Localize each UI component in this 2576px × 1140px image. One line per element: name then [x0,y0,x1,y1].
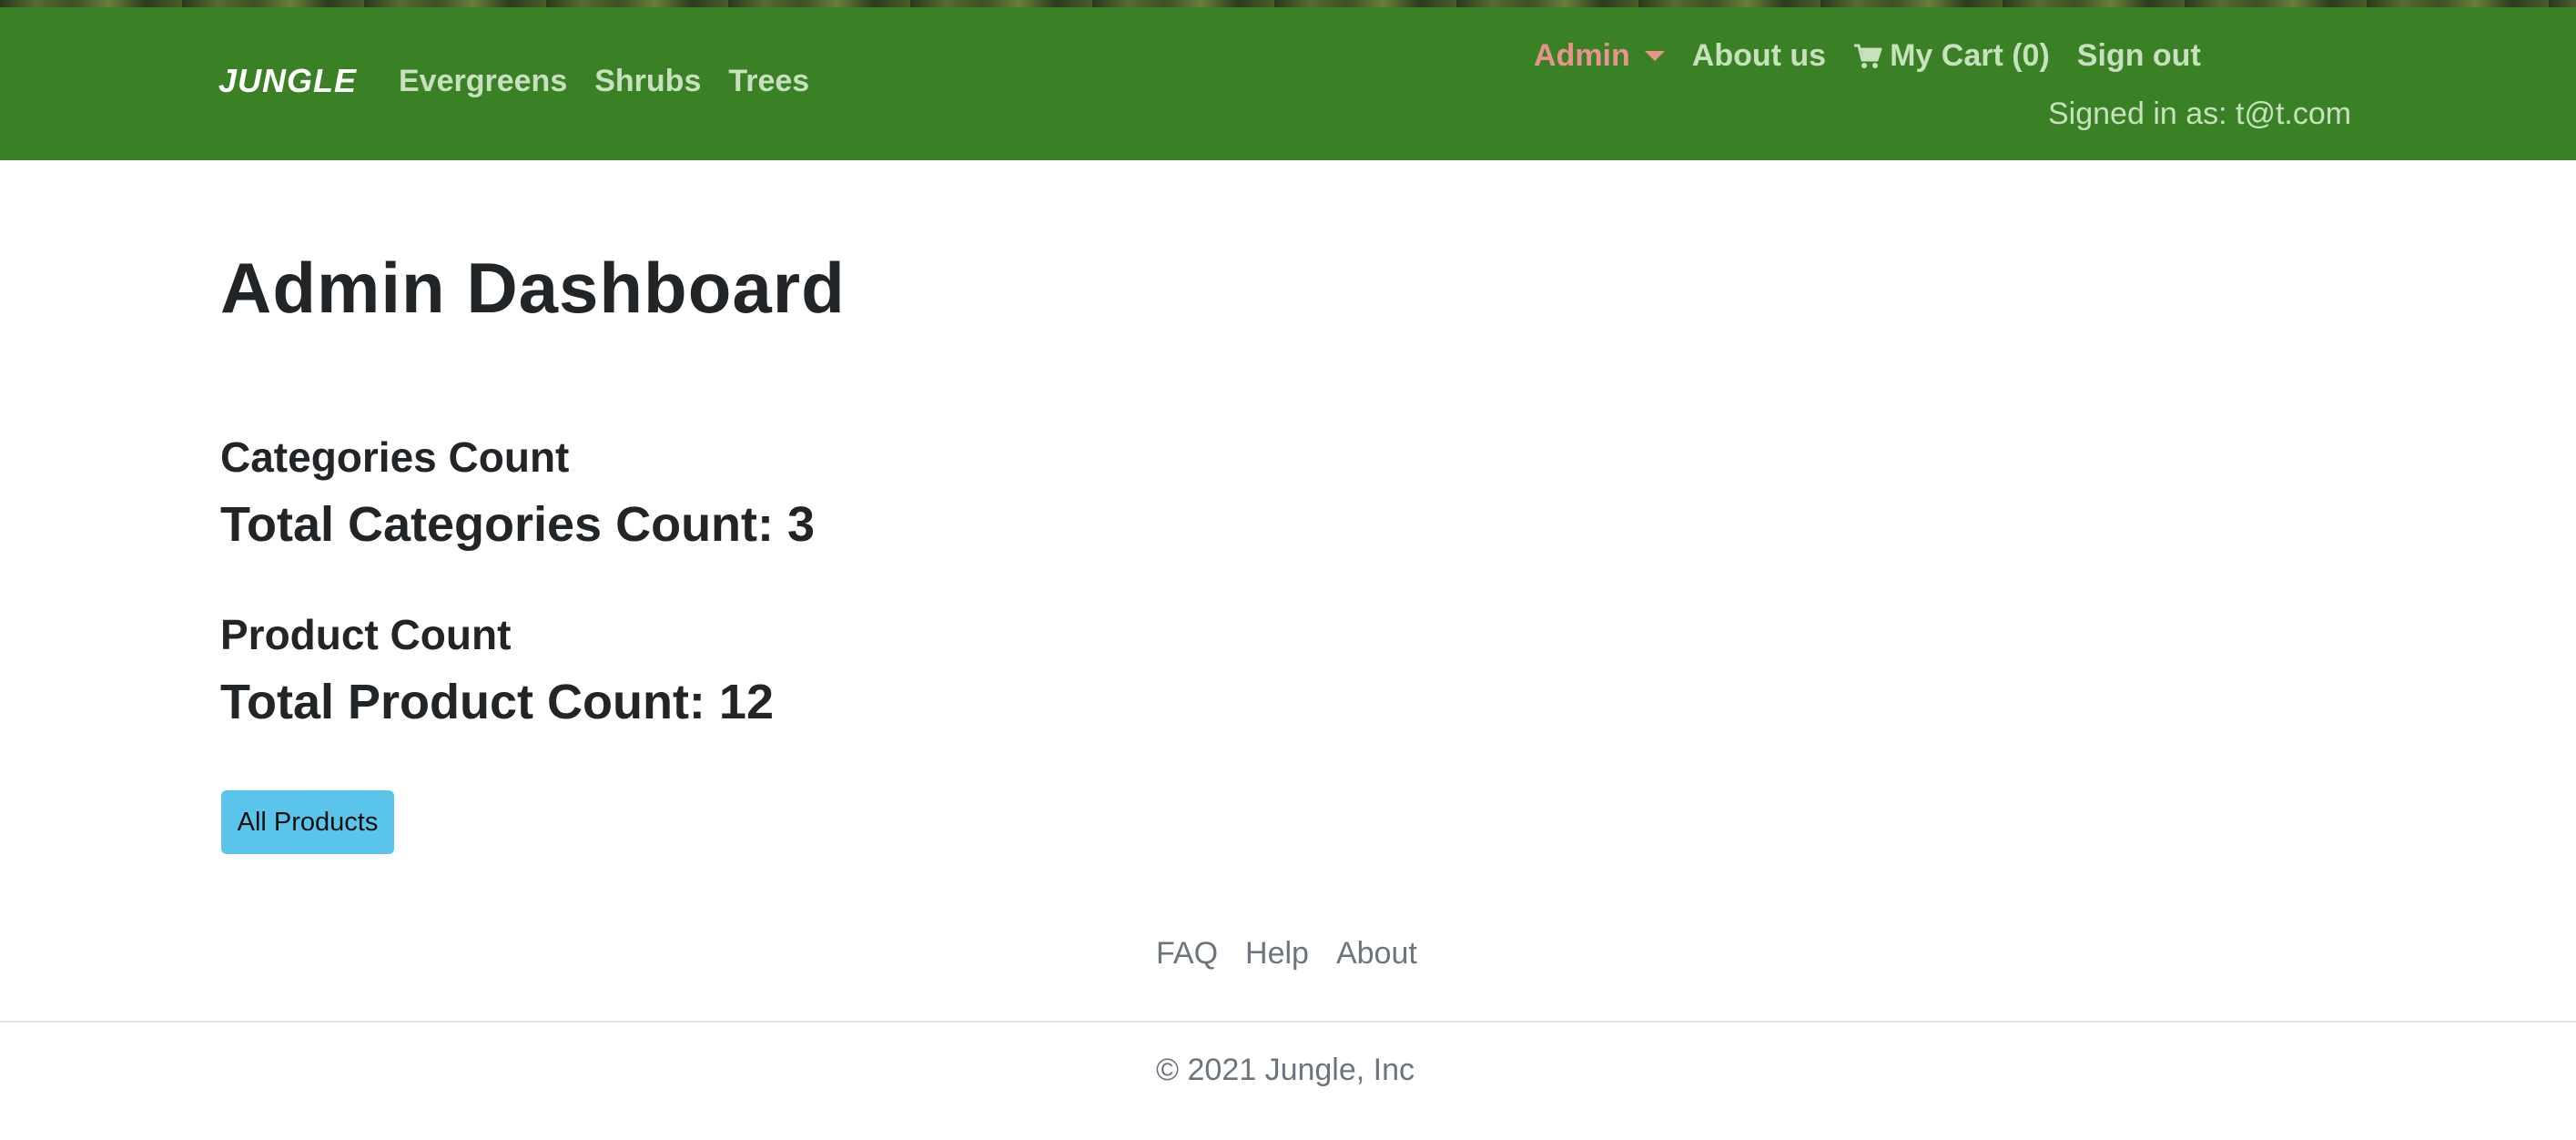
categories-count-heading: Categories Count [220,433,570,481]
main-content: Admin Dashboard [220,246,846,331]
nav-link-evergreens[interactable]: Evergreens [399,64,567,99]
nav-link-trees[interactable]: Trees [728,64,809,99]
product-count-section: Product Count Total Product Count: 12 [220,610,774,732]
footer-divider [0,1021,2576,1023]
sign-out-link[interactable]: Sign out [2077,38,2201,74]
admin-dropdown-toggle[interactable]: Admin [1534,38,1665,74]
product-count-heading: Product Count [220,611,512,658]
footer-links: FAQ Help About [1156,936,1417,972]
about-us-link[interactable]: About us [1692,38,1826,74]
category-nav: Evergreens Shrubs Trees [399,64,809,99]
all-products-button[interactable]: All Products [221,790,394,854]
footer-link-faq[interactable]: FAQ [1156,936,1218,972]
categories-count-section: Categories Count Total Categories Count:… [220,433,815,555]
total-product-count: Total Product Count: 12 [220,675,774,730]
nav-link-shrubs[interactable]: Shrubs [594,64,701,99]
signed-in-status: Signed in as: t@t.com [2048,97,2352,131]
admin-label: Admin [1534,38,1630,73]
brand-logo[interactable]: JUNGLE [218,62,357,100]
shopping-cart-icon [1854,44,1882,68]
copyright-text: © 2021 Jungle, Inc [1156,1053,1415,1087]
my-cart-label: My Cart (0) [1890,38,2050,73]
user-nav: Admin About us My Cart (0) Sign out [1534,38,2201,74]
my-cart-link[interactable]: My Cart (0) [1853,38,2050,74]
header-banner-strip [0,0,2576,7]
footer-link-about[interactable]: About [1336,936,1417,972]
top-navbar: JUNGLE Evergreens Shrubs Trees Admin Abo… [0,7,2576,160]
total-categories-count: Total Categories Count: 3 [220,497,816,553]
footer-link-help[interactable]: Help [1245,936,1309,972]
page-title: Admin Dashboard [220,248,846,328]
caret-down-icon [1644,51,1665,61]
